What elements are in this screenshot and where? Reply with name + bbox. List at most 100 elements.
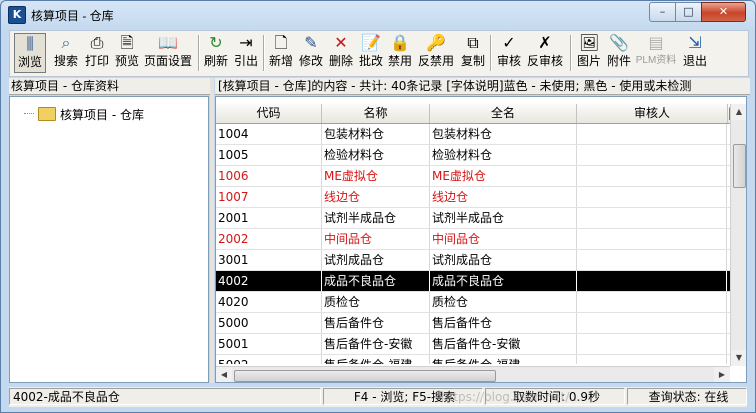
cell-name[interactable]: 检验材料仓 — [322, 145, 430, 165]
browse-button[interactable]: ⫼ 浏览 — [14, 33, 46, 73]
tree-node-warehouse[interactable]: 核算项目 - 仓库 — [60, 106, 144, 123]
cell-name[interactable]: 售后备件仓-福建 — [322, 355, 430, 364]
cell-fullname[interactable]: 中间品仓 — [430, 229, 577, 249]
cell-code[interactable]: 1005 — [216, 145, 322, 165]
column-header-fullname[interactable]: 全名 — [430, 104, 577, 123]
cell-auditor[interactable] — [577, 313, 727, 333]
cell-code[interactable]: 2002 — [216, 229, 322, 249]
table-row[interactable]: 5000 售后备件仓 售后备件仓 — [216, 313, 731, 334]
table-row[interactable]: 4002 成品不良品仓 成品不良品仓 — [216, 271, 731, 292]
cell-code[interactable]: 2001 — [216, 208, 322, 228]
page-setup-button[interactable]: 📖 页面设置 — [142, 33, 194, 73]
cell-name[interactable]: 中间品仓 — [322, 229, 430, 249]
unaudit-button[interactable]: ✗ 反审核 — [524, 33, 566, 73]
cell-auditor[interactable] — [577, 145, 727, 165]
cell-code[interactable]: 5002 — [216, 355, 322, 364]
horizontal-scrollbar[interactable]: ◀ ▶ — [216, 366, 730, 382]
cell-name[interactable]: ME虚拟仓 — [322, 166, 430, 186]
table-row[interactable]: 5002售后备件仓-福建售后备件仓-福建 — [216, 355, 731, 364]
column-header-name[interactable]: 名称 — [322, 104, 430, 123]
cell-auditor[interactable] — [577, 271, 727, 291]
minimize-button[interactable]: – — [649, 2, 676, 22]
table-row[interactable]: 1006 ME虚拟仓 ME虚拟仓 — [216, 166, 731, 187]
cell-fullname[interactable]: 质检仓 — [430, 292, 577, 312]
table-row[interactable]: 2002 中间品仓 中间品仓 — [216, 229, 731, 250]
enable-button[interactable]: 🔑 反禁用 — [415, 33, 457, 73]
audit-button[interactable]: ✓ 审核 — [494, 33, 524, 73]
cell-fullname[interactable]: ME虚拟仓 — [430, 166, 577, 186]
column-header-auditor[interactable]: 审核人 — [577, 104, 728, 123]
cell-fullname[interactable]: 试剂成品仓 — [430, 250, 577, 270]
cell-code[interactable]: 1007 — [216, 187, 322, 207]
table-row[interactable]: 1005 检验材料仓 检验材料仓 — [216, 145, 731, 166]
horizontal-scroll-thumb[interactable] — [234, 370, 496, 382]
cell-auditor[interactable] — [577, 334, 727, 354]
cell-code[interactable]: 5000 — [216, 313, 322, 333]
print-button[interactable]: ⎙ 打印 — [82, 33, 112, 73]
cell-fullname[interactable]: 售后备件仓 — [430, 313, 577, 333]
cell-code[interactable]: 3001 — [216, 250, 322, 270]
table-row[interactable]: 1007 线边仓 线边仓 — [216, 187, 731, 208]
export-button[interactable]: ⇥ 引出 — [232, 33, 260, 73]
vertical-scroll-thumb[interactable] — [733, 144, 746, 188]
exit-button[interactable]: ⇲ 退出 — [680, 33, 710, 73]
title-bar[interactable]: K 核算项目 - 仓库 – □ ✕ — [1, 1, 755, 29]
vertical-scrollbar[interactable]: ▲ ▼ — [730, 104, 746, 366]
scroll-up-arrow-icon[interactable]: ▲ — [731, 104, 746, 120]
disable-button[interactable]: 🔒 禁用 — [386, 33, 414, 73]
plm-button[interactable]: ▤ PLM资料 — [634, 33, 678, 73]
table-row[interactable]: 2001 试剂半成品仓 试剂半成品仓 — [216, 208, 731, 229]
column-header-code[interactable]: 代码 — [216, 104, 322, 123]
image-button[interactable]: 🖼 图片 — [574, 33, 604, 73]
cell-auditor[interactable] — [577, 229, 727, 249]
close-button[interactable]: ✕ — [701, 2, 746, 22]
cell-auditor[interactable] — [577, 250, 727, 270]
cell-fullname[interactable]: 检验材料仓 — [430, 145, 577, 165]
pane-splitter[interactable] — [210, 78, 214, 383]
scroll-left-arrow-icon[interactable]: ◀ — [216, 367, 232, 382]
table-row[interactable]: 5001 售后备件仓-安徽 售后备件仓-安徽 — [216, 334, 731, 355]
cell-fullname[interactable]: 售后备件仓-福建 — [430, 355, 577, 364]
cell-name[interactable]: 线边仓 — [322, 187, 430, 207]
cell-fullname[interactable]: 售后备件仓-安徽 — [430, 334, 577, 354]
cell-code[interactable]: 1004 — [216, 124, 322, 144]
cell-fullname[interactable]: 试剂半成品仓 — [430, 208, 577, 228]
cell-code[interactable]: 5001 — [216, 334, 322, 354]
cell-fullname[interactable]: 成品不良品仓 — [430, 271, 577, 291]
scroll-down-arrow-icon[interactable]: ▼ — [731, 350, 746, 366]
copy-button[interactable]: ⧉ 复制 — [458, 33, 488, 73]
cell-code[interactable]: 4020 — [216, 292, 322, 312]
search-button[interactable]: ⌕ 搜索 — [50, 33, 82, 73]
maximize-button[interactable]: □ — [675, 2, 702, 22]
data-grid[interactable]: 代码 名称 全名 审核人 | 1004包装材料仓包装材料仓1005检验材料仓检验… — [215, 96, 747, 383]
attachment-button[interactable]: 📎 附件 — [604, 33, 634, 73]
cell-name[interactable]: 成品不良品仓 — [322, 271, 430, 291]
delete-button[interactable]: ✕ 删除 — [326, 33, 356, 73]
table-row[interactable]: 3001 试剂成品仓 试剂成品仓 — [216, 250, 731, 271]
cell-name[interactable]: 包装材料仓 — [322, 124, 430, 144]
batch-edit-button[interactable]: 📝 批改 — [356, 33, 386, 73]
table-row[interactable]: 1004 包装材料仓 包装材料仓 — [216, 124, 731, 145]
table-row[interactable]: 4020 质检仓 质检仓 — [216, 292, 731, 313]
cell-auditor[interactable] — [577, 187, 727, 207]
cell-name[interactable]: 售后备件仓 — [322, 313, 430, 333]
cell-code[interactable]: 1006 — [216, 166, 322, 186]
cell-fullname[interactable]: 线边仓 — [430, 187, 577, 207]
cell-auditor[interactable] — [577, 292, 727, 312]
tree-view[interactable]: 核算项目 - 仓库 — [9, 96, 209, 383]
new-button[interactable]: 🗋 新增 — [266, 33, 296, 73]
cell-name[interactable]: 售后备件仓-安徽 — [322, 334, 430, 354]
cell-code[interactable]: 4002 — [216, 271, 322, 291]
cell-name[interactable]: 试剂成品仓 — [322, 250, 430, 270]
edit-button[interactable]: ✎ 修改 — [296, 33, 326, 73]
cell-auditor[interactable] — [577, 166, 727, 186]
cell-auditor[interactable] — [577, 355, 727, 364]
scroll-right-arrow-icon[interactable]: ▶ — [714, 367, 730, 382]
cell-fullname[interactable]: 包装材料仓 — [430, 124, 577, 144]
cell-auditor[interactable] — [577, 124, 727, 144]
refresh-button[interactable]: ↻ 刷新 — [202, 33, 230, 73]
cell-name[interactable]: 质检仓 — [322, 292, 430, 312]
preview-button[interactable]: 🗎 预览 — [112, 33, 142, 73]
cell-name[interactable]: 试剂半成品仓 — [322, 208, 430, 228]
cell-auditor[interactable] — [577, 208, 727, 228]
